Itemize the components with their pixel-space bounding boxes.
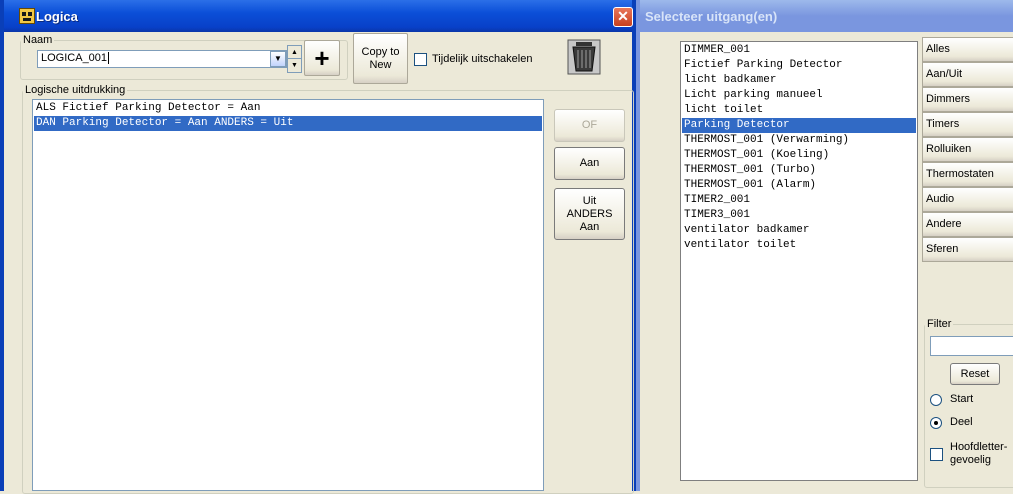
- tijdelijk-checkbox[interactable]: [414, 53, 427, 66]
- output-item[interactable]: THERMOST_001 (Koeling): [682, 148, 916, 163]
- window-border: [0, 0, 4, 491]
- filter-input[interactable]: [930, 336, 1013, 356]
- output-list[interactable]: DIMMER_001 Fictief Parking Detector licht …: [680, 41, 918, 481]
- category-button[interactable]: Thermostaten: [922, 162, 1013, 187]
- selecteer-window: Selecteer uitgang(en) DIMMER_001 Fictief …: [636, 0, 1013, 491]
- category-button[interactable]: Sferen: [922, 237, 1013, 262]
- logica-titlebar[interactable]: Logica ✕: [4, 0, 633, 32]
- uit-anders-aan-button[interactable]: Uit ANDERS Aan: [554, 188, 625, 240]
- app-icon: [19, 8, 35, 24]
- category-button[interactable]: Audio: [922, 187, 1013, 212]
- radio-deel-label: Deel: [950, 416, 973, 428]
- naam-input[interactable]: LOGICA_001: [37, 50, 287, 68]
- aan-button[interactable]: Aan: [554, 147, 625, 180]
- of-button[interactable]: OF: [554, 109, 625, 142]
- category-button[interactable]: Rolluiken: [922, 137, 1013, 162]
- dropdown-chevron-down-icon[interactable]: ▼: [270, 51, 286, 67]
- category-button[interactable]: Andere: [922, 212, 1013, 237]
- filter-label: Filter: [927, 318, 952, 330]
- output-item[interactable]: DIMMER_001: [682, 43, 916, 58]
- spin-down-icon[interactable]: ▼: [288, 59, 301, 72]
- add-button[interactable]: +: [304, 40, 340, 76]
- output-item[interactable]: ventilator toilet: [682, 238, 916, 253]
- output-item[interactable]: licht toilet: [682, 103, 916, 118]
- naam-label: Naam: [23, 34, 53, 46]
- output-item[interactable]: Fictief Parking Detector: [682, 58, 916, 73]
- output-item[interactable]: Licht parking manueel: [682, 88, 916, 103]
- radio-start-label: Start: [950, 393, 974, 405]
- category-button[interactable]: Timers: [922, 112, 1013, 137]
- output-item[interactable]: licht badkamer: [682, 73, 916, 88]
- output-item[interactable]: TIMER2_001: [682, 193, 916, 208]
- output-item[interactable]: TIMER3_001: [682, 208, 916, 223]
- expression-list[interactable]: ALS Fictief Parking Detector = Aan DAN P…: [32, 99, 544, 491]
- trash-icon[interactable]: [566, 38, 602, 76]
- hoofdletter-label: Hoofdletter-gevoelig: [950, 441, 1008, 466]
- logica-window: Logica ✕ Naam LOGICA_001 ▼ ▲ ▼ + Copy to…: [0, 0, 636, 494]
- selecteer-title: Selecteer uitgang(en): [645, 9, 778, 24]
- naam-value: LOGICA_001: [41, 52, 108, 64]
- category-button[interactable]: Aan/Uit: [922, 62, 1013, 87]
- copy-to-new-button[interactable]: Copy to New: [353, 33, 408, 84]
- expression-row-0[interactable]: ALS Fictief Parking Detector = Aan: [34, 101, 542, 116]
- expression-row-1[interactable]: DAN Parking Detector = Aan ANDERS = Uit: [34, 116, 542, 131]
- category-button[interactable]: Alles: [922, 37, 1013, 62]
- tijdelijk-label: Tijdelijk uitschakelen: [432, 53, 533, 65]
- close-icon[interactable]: ✕: [613, 7, 633, 27]
- output-item[interactable]: THERMOST_001 (Verwarming): [682, 133, 916, 148]
- output-item[interactable]: THERMOST_001 (Turbo): [682, 163, 916, 178]
- plus-icon: +: [314, 42, 330, 73]
- category-button[interactable]: Dimmers: [922, 87, 1013, 112]
- expression-group-label: Logische uitdrukking: [25, 84, 126, 96]
- radio-deel[interactable]: [930, 417, 942, 429]
- radio-start[interactable]: [930, 394, 942, 406]
- reset-button[interactable]: Reset: [950, 363, 1000, 385]
- hoofdletter-checkbox[interactable]: [930, 448, 943, 461]
- window-title: Logica: [36, 9, 78, 24]
- output-item[interactable]: THERMOST_001 (Alarm): [682, 178, 916, 193]
- spin-up-icon[interactable]: ▲: [288, 46, 301, 59]
- output-item[interactable]: Parking Detector: [682, 118, 916, 133]
- output-item[interactable]: ventilator badkamer: [682, 223, 916, 238]
- naam-spin-stepper[interactable]: ▲ ▼: [287, 45, 302, 73]
- selecteer-titlebar[interactable]: Selecteer uitgang(en): [640, 0, 1013, 32]
